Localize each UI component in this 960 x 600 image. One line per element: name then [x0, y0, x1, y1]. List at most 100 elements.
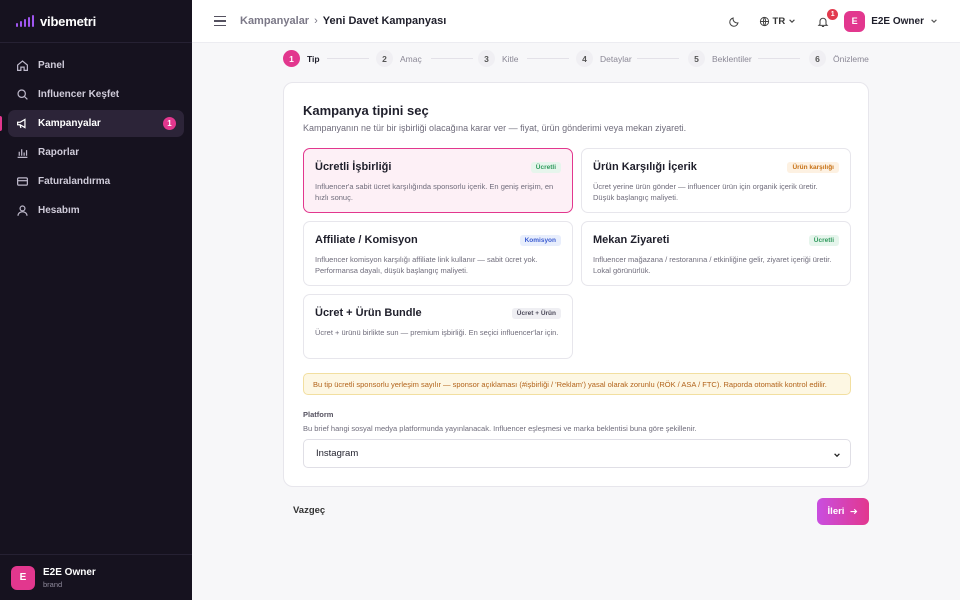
- bar-chart-icon: [17, 149, 28, 158]
- option-title: Ücret + Ürün Bundle: [315, 307, 422, 319]
- credit-card-icon: [17, 177, 28, 186]
- sidebar-item-label: Faturalandırma: [38, 176, 111, 187]
- option-title: Mekan Ziyareti: [593, 234, 670, 246]
- option-tag: Komisyon: [519, 235, 561, 246]
- option-tag: Ürün karşılığı: [787, 162, 839, 173]
- notifications-button[interactable]: 1: [817, 9, 839, 28]
- top-header: Kampanyalar › Yeni Davet Kampanyası TR 1…: [192, 0, 960, 43]
- option-tag: Ücret + Ürün: [511, 308, 561, 319]
- breadcrumb: Kampanyalar › Yeni Davet Kampanyası: [240, 15, 446, 27]
- option-description: Ücret + ürünü birlikte sun — premium işb…: [315, 328, 559, 337]
- chevron-down-icon: [834, 453, 840, 458]
- option-description: Influencer komisyon karşılığı affiliate …: [315, 255, 538, 275]
- step-number: 5: [688, 50, 705, 67]
- language-code: TR: [772, 15, 786, 27]
- sidebar-user-role: brand: [43, 579, 63, 589]
- platform-selected-value: Instagram: [316, 448, 359, 459]
- step-tip[interactable]: 1 Tip: [283, 50, 320, 67]
- sidebar-user-name: E2E Owner: [43, 566, 96, 578]
- sidebar-item-influencer-kesfet[interactable]: Influencer Keşfet: [8, 81, 184, 108]
- sidebar-user[interactable]: E E2E Owner brand: [0, 554, 192, 600]
- step-label: Beklentiler: [712, 53, 752, 64]
- option-ucret-urun-bundle[interactable]: Ücret + Ürün Bundle Ücret + Ürün Ücret +…: [303, 294, 573, 359]
- step-onizleme[interactable]: 6 Önizleme: [809, 50, 869, 67]
- logo-bars-icon: [16, 15, 34, 27]
- platform-help-text: Bu brief hangi sosyal medya platformunda…: [303, 424, 697, 433]
- moon-icon[interactable]: [728, 16, 740, 27]
- option-tag: Ücretli: [808, 235, 839, 246]
- step-label: Kitle: [502, 53, 519, 64]
- avatar: E: [844, 10, 866, 32]
- platform-label: Platform: [303, 410, 334, 419]
- option-title: Ürün Karşılığı İçerik: [593, 161, 697, 173]
- step-number: 1: [283, 50, 300, 67]
- option-title: Affiliate / Komisyon: [315, 234, 418, 246]
- sidebar-item-raporlar[interactable]: Raporlar: [8, 139, 184, 166]
- step-connector: [527, 58, 569, 59]
- breadcrumb-separator: ›: [314, 15, 318, 27]
- step-connector: [431, 58, 473, 59]
- menu-icon[interactable]: [214, 16, 226, 26]
- step-number: 4: [576, 50, 593, 67]
- option-description: Ücret yerine ürün gönder — influencer ür…: [593, 182, 818, 202]
- sponsorship-notice: Bu tip ücretli sponsorlu yerleşim sayılı…: [303, 373, 851, 395]
- wizard-stepper: 1 Tip 2 Amaç 3 Kitle 4 Detaylar 5 Beklen…: [283, 50, 873, 67]
- step-connector: [758, 58, 800, 59]
- sidebar-item-label: Panel: [38, 60, 65, 71]
- step-number: 3: [478, 50, 495, 67]
- sidebar-item-panel[interactable]: Panel: [8, 52, 184, 79]
- card-title: Kampanya tipini seç: [303, 103, 429, 118]
- option-mekan-ziyareti[interactable]: Mekan Ziyareti Ücretli Influencer mağaza…: [581, 221, 851, 286]
- cancel-button[interactable]: Vazgeç: [293, 505, 325, 516]
- arrow-right-icon: [850, 508, 858, 515]
- option-tag: Ücretli: [530, 162, 561, 173]
- sidebar-nav: Panel Influencer Keşfet Kampanyalar 1 Ra…: [0, 43, 192, 224]
- option-ucretli-isbirligi[interactable]: Ücretli İşbirliği Ücretli Influencer'a s…: [303, 148, 573, 213]
- option-title: Ücretli İşbirliği: [315, 161, 392, 173]
- language-switcher[interactable]: TR: [759, 16, 800, 27]
- chevron-down-icon: [789, 19, 795, 23]
- step-label: Amaç: [400, 53, 422, 64]
- option-affiliate-komisyon[interactable]: Affiliate / Komisyon Komisyon Influencer…: [303, 221, 573, 286]
- next-button[interactable]: İleri: [817, 498, 869, 525]
- header-user-name: E2E Owner: [871, 15, 924, 27]
- step-detaylar[interactable]: 4 Detaylar: [576, 50, 632, 67]
- step-label: Tip: [307, 53, 320, 64]
- step-label: Önizleme: [833, 53, 869, 64]
- sidebar-item-label: Raporlar: [38, 147, 80, 158]
- campaign-type-card: Kampanya tipini seç Kampanyanın ne tür b…: [283, 82, 869, 487]
- brand-name: vibemetri: [40, 13, 97, 29]
- step-connector: [637, 58, 679, 59]
- globe-icon: [759, 16, 769, 26]
- sidebar-item-label: Hesabım: [38, 205, 80, 216]
- card-subtitle: Kampanyanın ne tür bir işbirliği olacağı…: [303, 123, 687, 133]
- search-icon: [17, 89, 28, 100]
- step-label: Detaylar: [600, 53, 632, 64]
- step-number: 2: [376, 50, 393, 67]
- user-icon: [17, 205, 28, 216]
- sidebar: vibemetri Panel Influencer Keşfet Kampan…: [0, 0, 192, 600]
- sidebar-item-label: Kampanyalar: [38, 118, 101, 129]
- megaphone-icon: [17, 118, 26, 129]
- home-icon: [17, 60, 28, 71]
- user-menu[interactable]: E E2E Owner: [844, 10, 938, 32]
- next-button-label: İleri: [827, 506, 845, 517]
- option-description: Influencer mağazana / restoranına / etki…: [593, 255, 832, 275]
- sidebar-item-faturalandirma[interactable]: Faturalandırma: [8, 168, 184, 195]
- chevron-down-icon: [931, 19, 937, 23]
- avatar: E: [11, 565, 35, 590]
- breadcrumb-current: Yeni Davet Kampanyası: [322, 15, 447, 27]
- breadcrumb-parent[interactable]: Kampanyalar: [240, 15, 309, 27]
- step-kitle[interactable]: 3 Kitle: [478, 50, 519, 67]
- sidebar-item-hesabim[interactable]: Hesabım: [8, 197, 184, 224]
- notification-count-badge: 1: [827, 9, 839, 20]
- step-beklentiler[interactable]: 5 Beklentiler: [688, 50, 752, 67]
- option-description: Influencer'a sabit ücret karşılığında sp…: [315, 182, 554, 202]
- step-amac[interactable]: 2 Amaç: [376, 50, 422, 67]
- sidebar-item-kampanyalar[interactable]: Kampanyalar 1: [0, 110, 184, 137]
- brand-logo[interactable]: vibemetri: [0, 0, 192, 43]
- platform-select[interactable]: Instagram: [303, 439, 851, 468]
- step-number: 6: [809, 50, 826, 67]
- option-urun-karsiligi-icerik[interactable]: Ürün Karşılığı İçerik Ürün karşılığı Ücr…: [581, 148, 851, 213]
- step-connector: [327, 58, 369, 59]
